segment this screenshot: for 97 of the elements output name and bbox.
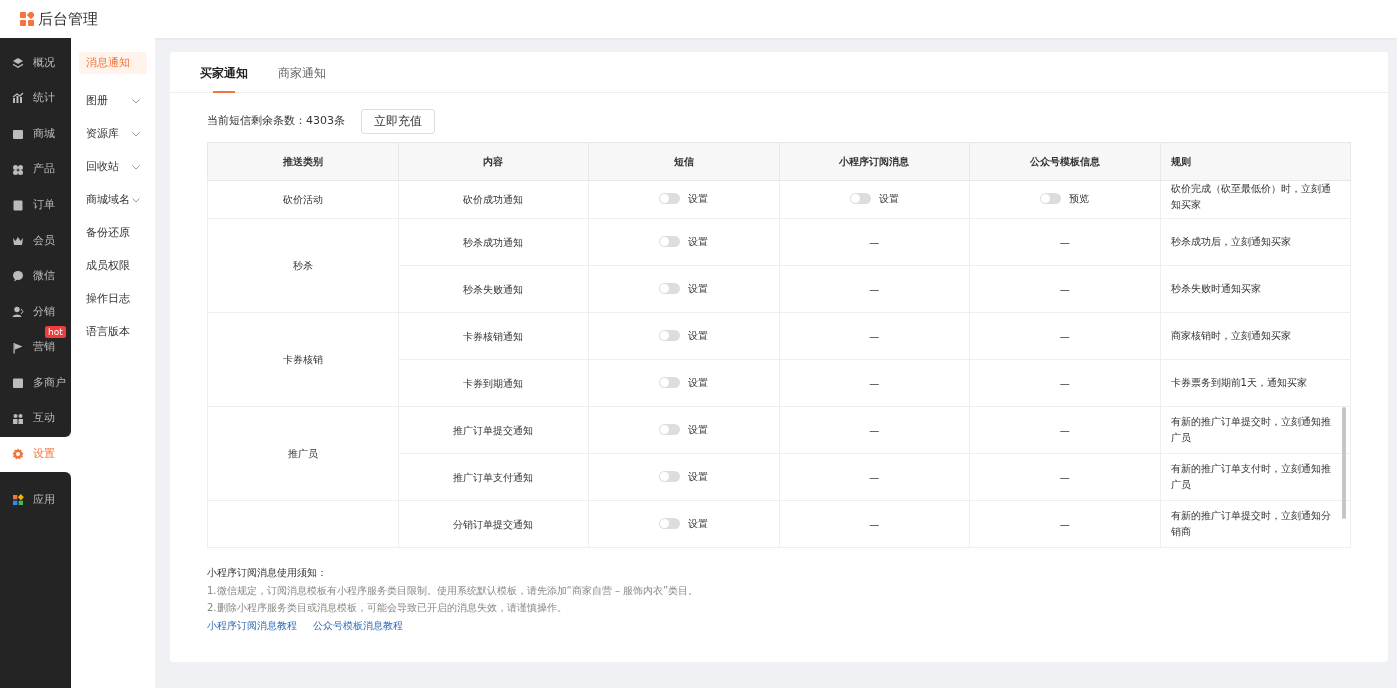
column-header: 小程序订阅消息 [779, 142, 970, 181]
nav-item[interactable]: 会员 [0, 222, 71, 259]
column-header: 内容 [398, 142, 589, 181]
table-cell: 砍价活动 [207, 180, 398, 219]
table-cell: — [1059, 377, 1070, 389]
tab[interactable]: 商家通知 [278, 52, 326, 93]
hot-badge: hot [45, 325, 66, 338]
table-cell: 推广订单支付通知 [398, 453, 589, 501]
toggle-label: 设置 [688, 469, 709, 484]
menu-item[interactable]: 语言版本 [79, 316, 147, 349]
menu-item[interactable]: 商城域名 [79, 184, 147, 217]
column-header: 规则 [1160, 142, 1351, 181]
bar-chart-icon [12, 92, 24, 105]
table-cell: — [869, 471, 880, 483]
menu-item[interactable]: 成员权限 [79, 250, 147, 283]
column-header: 推送类别 [207, 142, 398, 181]
table-cell: — [869, 236, 880, 248]
nav-item[interactable]: 微信 [0, 258, 71, 295]
toggle-label: 设置 [688, 281, 709, 296]
toggle-switch[interactable] [659, 235, 681, 247]
table-cell: 秒杀失败通知 [398, 265, 589, 313]
table-cell: 秒杀 [207, 218, 398, 313]
table-cell: 卡券票务到期前1天，通知买家 [1160, 359, 1351, 407]
table-cell: 卡券核销 [207, 312, 398, 407]
table-cell: 分销订单提交通知 [398, 500, 589, 548]
nav-item[interactable]: 商城 [0, 116, 71, 152]
person-icon [12, 305, 24, 318]
nav-item[interactable]: 概况 [0, 45, 71, 81]
nav-item[interactable]: 多商户 [0, 365, 71, 401]
notice-text: 1.微信规定，订阅消息模板有小程序服务类目限制。使用系统默认模板，请先添加“商家自营 – 服饰内衣”类目。 [207, 583, 700, 598]
table-cell: 商家核销时，立刻通知买家 [1160, 312, 1351, 360]
table-cell: — [869, 330, 880, 342]
menu-item[interactable]: 回收站 [79, 151, 147, 184]
toggle-switch[interactable] [659, 423, 681, 435]
toggle-label: 设置 [878, 192, 899, 207]
toggle-label: 设置 [688, 375, 709, 390]
table-cell: 秒杀成功后，立刻通知买家 [1160, 218, 1351, 266]
table-cell: 秒杀成功通知 [398, 218, 589, 266]
toggle-switch[interactable] [849, 193, 871, 205]
nav-item[interactable]: 应用 [0, 482, 71, 518]
layers-icon [12, 56, 24, 69]
toggle-switch[interactable] [659, 470, 681, 482]
notice-text: 2.删除小程序服务类目或消息模板，可能会导致已开启的消息失效，请谨慎操作。 [207, 601, 568, 616]
toggle-label: 设置 [688, 422, 709, 437]
table-cell: — [1059, 471, 1070, 483]
toggle-switch[interactable] [1040, 193, 1062, 205]
table-cell: — [869, 518, 880, 530]
nav-item[interactable]: 互动 [0, 400, 71, 437]
recharge-button[interactable]: 立即充值 [361, 109, 435, 135]
table-cell: 卡券到期通知 [398, 359, 589, 407]
table-cell: 卡券核销通知 [398, 312, 589, 360]
app-title: 后台管理 [38, 8, 98, 30]
column-header: 短信 [588, 142, 779, 181]
menu-item[interactable]: 资源库 [79, 118, 147, 151]
table-cell: — [869, 283, 880, 295]
apps-icon [12, 493, 24, 506]
scrollbar[interactable] [1342, 407, 1346, 520]
menu-item[interactable]: 图册 [79, 85, 147, 118]
grid-icon [12, 163, 24, 176]
toggle-label: 预览 [1069, 192, 1090, 207]
table-cell: 推广员 [207, 406, 398, 501]
table-cell: — [1059, 236, 1070, 248]
toggle-switch[interactable] [659, 517, 681, 529]
settings-icon [12, 448, 24, 461]
toggle-switch[interactable] [659, 193, 681, 205]
table-cell: 秒杀失败时通知买家 [1160, 265, 1351, 313]
logo-icon [20, 12, 34, 26]
menu-item[interactable]: 操作日志 [79, 283, 147, 316]
table-cell: 砍价成功通知 [398, 180, 589, 219]
toggle-label: 设置 [688, 516, 709, 531]
table-cell: — [1059, 424, 1070, 436]
table-cell: — [869, 424, 880, 436]
column-header: 公众号模板信息 [969, 142, 1160, 181]
toggle-switch[interactable] [659, 329, 681, 341]
flag-icon [12, 341, 24, 354]
table-cell: — [1059, 283, 1070, 295]
toggle-switch[interactable] [659, 282, 681, 294]
sms-balance: 当前短信剩余条数：4303条 [207, 113, 345, 130]
table-cell: 推广订单提交通知 [398, 406, 589, 454]
nav-item[interactable]: 订单 [0, 187, 71, 223]
table-cell: 砍价完成（砍至最低价）时，立刻通知买家 [1160, 180, 1351, 219]
nav-item[interactable]: 统计 [0, 80, 71, 117]
toggle-label: 设置 [688, 328, 709, 343]
tutorial-link[interactable]: 小程序订阅消息教程 [207, 616, 297, 635]
tutorial-link[interactable]: 公众号模板消息教程 [313, 616, 403, 635]
notice-title: 小程序订阅消息使用须知： [207, 566, 328, 581]
table-cell: — [1059, 330, 1070, 342]
table-cell: — [869, 377, 880, 389]
table-cell: — [1059, 518, 1070, 530]
people-icon [12, 412, 24, 425]
toggle-label: 设置 [688, 234, 709, 249]
chat-icon [12, 270, 24, 283]
toggle-label: 设置 [688, 192, 709, 207]
tab[interactable]: 买家通知 [200, 52, 248, 93]
nav-item[interactable]: 产品 [0, 151, 71, 188]
toggle-switch[interactable] [659, 376, 681, 388]
menu-item[interactable]: 备份还原 [79, 217, 147, 250]
